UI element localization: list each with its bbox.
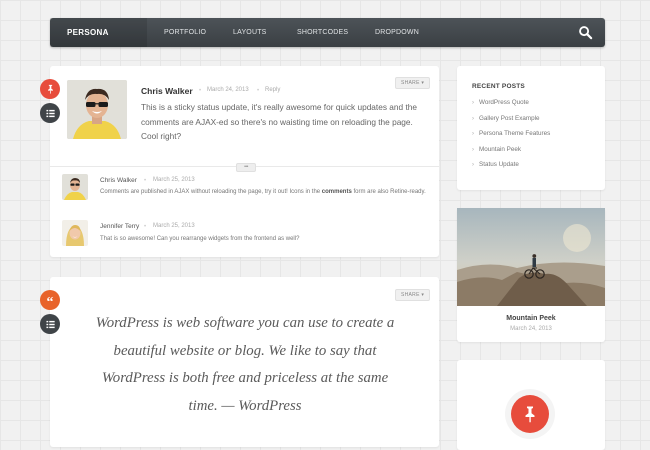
comment-date[interactable]: March 25, 2013: [153, 223, 195, 229]
comment-text: Comments are published in AJAX without r…: [100, 189, 426, 195]
meta-separator: •: [144, 178, 147, 184]
avatar[interactable]: [62, 220, 88, 246]
post-menu-icon[interactable]: [40, 103, 60, 123]
comment-date[interactable]: March 25, 2013: [153, 177, 195, 183]
meta-separator: •: [257, 88, 260, 94]
list-item[interactable]: › Persona Theme Features: [472, 130, 550, 146]
pin-icon[interactable]: [40, 79, 60, 99]
list-item[interactable]: › WordPress Quote: [472, 99, 550, 115]
featured-post-title[interactable]: Mountain Peek: [457, 315, 605, 322]
chevron-right-icon: ›: [472, 100, 474, 106]
post-body: This is a sticky status update, it's rea…: [141, 102, 417, 141]
widget-title: RECENT POSTS: [472, 83, 525, 90]
list-item[interactable]: › Gallery Post Example: [472, 115, 550, 131]
chevron-right-icon: ›: [472, 115, 474, 122]
quote-text: WordPress is web software you can use to…: [95, 315, 395, 414]
share-button[interactable]: SHARE ▾: [395, 77, 431, 89]
list-item[interactable]: › Status Update: [472, 161, 550, 177]
expand-comments-button[interactable]: •••: [236, 163, 256, 172]
avatar[interactable]: [62, 174, 88, 200]
quote-icon[interactable]: “: [40, 290, 60, 310]
main-navbar: PERSONA PORTFOLIO LAYOUTS SHORTCODES DRO…: [50, 18, 605, 47]
nav-item-shortcodes[interactable]: SHORTCODES: [297, 18, 348, 47]
chevron-right-icon: ›: [472, 162, 474, 168]
featured-post-image[interactable]: [457, 208, 605, 306]
post-menu-icon[interactable]: [40, 314, 60, 334]
recent-posts-list: › WordPress Quote › Gallery Post Example ›…: [472, 99, 550, 177]
share-button[interactable]: SHARE ▾: [395, 289, 431, 301]
reply-link[interactable]: Reply: [265, 87, 280, 93]
comment-author[interactable]: Jennifer Terry: [100, 223, 139, 230]
meta-separator: •: [144, 224, 147, 230]
meta-separator: •: [199, 88, 202, 94]
search-icon[interactable]: [578, 25, 593, 40]
nav-item-portfolio[interactable]: PORTFOLIO: [164, 18, 206, 47]
nav-item-layouts[interactable]: LAYOUTS: [233, 18, 267, 47]
list-item[interactable]: › Mountain Peek: [472, 146, 550, 162]
site-logo[interactable]: PERSONA: [50, 18, 147, 47]
pin-icon[interactable]: [511, 395, 549, 433]
comment-text: That is so awesome! Can you rearrange wi…: [100, 236, 300, 242]
featured-post-date: March 24, 2013: [510, 326, 552, 332]
nav-item-dropdown[interactable]: DROPDOWN: [375, 18, 419, 47]
post-author[interactable]: Chris Walker: [141, 86, 193, 96]
avatar[interactable]: [67, 80, 127, 139]
chevron-right-icon: ›: [472, 146, 474, 153]
comment-author[interactable]: Chris Walker: [100, 177, 137, 184]
comments-link[interactable]: comments: [322, 189, 352, 195]
chevron-right-icon: ›: [472, 131, 474, 137]
post-date[interactable]: March 24, 2013: [207, 87, 249, 93]
